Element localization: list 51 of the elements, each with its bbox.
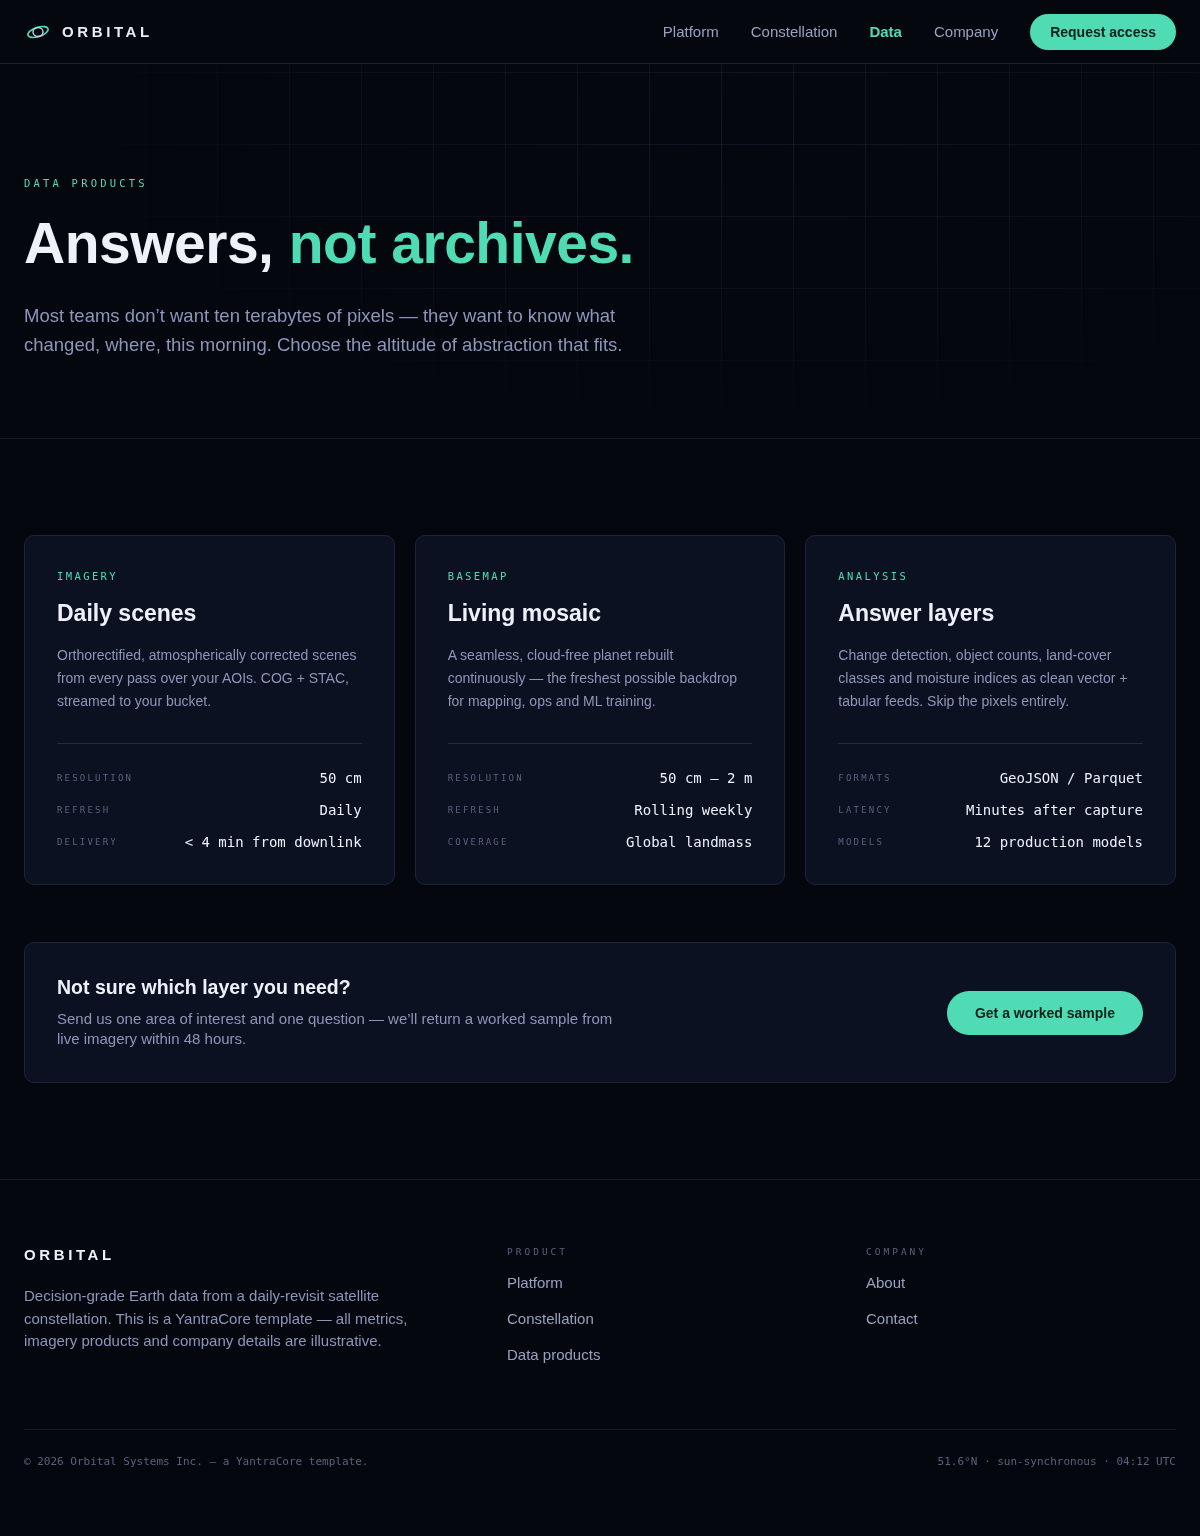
- spec-value: Daily: [319, 802, 362, 818]
- cta-title: Not sure which layer you need?: [57, 976, 352, 999]
- spec-value: GeoJSON / Parquet: [999, 770, 1143, 786]
- footer-description: Decision-grade Earth data from a daily-revisit satellite constellation. This is a YantraCore template — all metrics, imagery products and company details are illustrative.: [24, 1286, 409, 1351]
- cta-text: Send us one area of interest and one question — we’ll return a worked sample from live imagery within 48 hours.: [57, 1009, 614, 1049]
- request-access-button[interactable]: Request access: [1030, 13, 1176, 50]
- footer-link[interactable]: Contact: [866, 1309, 918, 1329]
- spec-value: 50 cm: [319, 770, 362, 786]
- spec-label: REFRESH: [447, 805, 501, 815]
- orbit-status-text: 51.6°N · sun-synchronous · 04:12 UTC: [937, 1455, 1176, 1468]
- section-eyebrow: DATA PRODUCTS: [24, 177, 149, 189]
- footer-wordmark: ORBITAL: [24, 1246, 116, 1263]
- card-title: Daily scenes: [57, 600, 198, 628]
- copyright-text: © 2026 Orbital Systems Inc. — a YantraCore template.: [24, 1455, 369, 1468]
- spec-label: LATENCY: [838, 805, 892, 815]
- footer-link[interactable]: Constellation: [507, 1309, 594, 1329]
- nav-link[interactable]: Company: [933, 23, 999, 40]
- spec-label: COVERAGE: [447, 837, 509, 847]
- footer-column-heading: COMPANY: [866, 1246, 928, 1257]
- spec-label: RESOLUTION: [447, 773, 524, 783]
- card-title: Answer layers: [838, 600, 996, 628]
- spec-label: FORMATS: [838, 773, 892, 783]
- hero-lead: Most teams don’t want ten terabytes of pixels — they want to know what changed, where, this morning. Choose the altitude of abstraction that fits.: [24, 303, 624, 357]
- spec-label: RESOLUTION: [57, 773, 134, 783]
- nav-link[interactable]: Data: [869, 23, 902, 40]
- card-eyebrow: BASEMAP: [447, 570, 510, 582]
- footer-column-heading: PRODUCT: [507, 1246, 569, 1257]
- footer-link[interactable]: About: [866, 1273, 906, 1293]
- worked-sample-button[interactable]: Get a worked sample: [946, 990, 1143, 1035]
- spec-label: REFRESH: [57, 805, 111, 815]
- brand-wordmark[interactable]: ORBITAL: [62, 23, 153, 40]
- spec-value: < 4 min from downlink: [184, 834, 362, 850]
- spec-value: Rolling weekly: [634, 802, 753, 818]
- footer-link[interactable]: Platform: [507, 1273, 563, 1293]
- nav-link[interactable]: Constellation: [750, 23, 838, 40]
- spec-label: DELIVERY: [57, 837, 118, 847]
- spec-label: MODELS: [838, 837, 885, 847]
- footer-link[interactable]: Data products: [507, 1345, 601, 1365]
- spec-value: 12 production models: [974, 834, 1143, 850]
- spec-value: 50 cm – 2 m: [659, 770, 753, 786]
- nav-link[interactable]: Platform: [662, 23, 719, 40]
- card-eyebrow: ANALYSIS: [838, 570, 910, 582]
- orbit-logo-icon: [26, 24, 50, 39]
- hero-title: Answers, not archives.: [24, 211, 634, 277]
- spec-value: Global landmass: [625, 834, 753, 850]
- card-title: Living mosaic: [447, 600, 603, 628]
- card-eyebrow: IMAGERY: [57, 570, 120, 582]
- card-description: Change detection, object counts, land-cover classes and moisture indices as clean vector + tabular feeds. Skip the pixels entirely.: [838, 645, 1129, 711]
- card-description: A seamless, cloud-free planet rebuilt continuously — the freshest possible backdrop for mapping, ops and ML training.: [447, 645, 739, 711]
- spec-value: Minutes after capture: [965, 802, 1143, 818]
- card-description: Orthorectified, atmospherically corrected scenes from every pass over your AOIs. COG + STAC, streamed to your bucket.: [57, 645, 358, 711]
